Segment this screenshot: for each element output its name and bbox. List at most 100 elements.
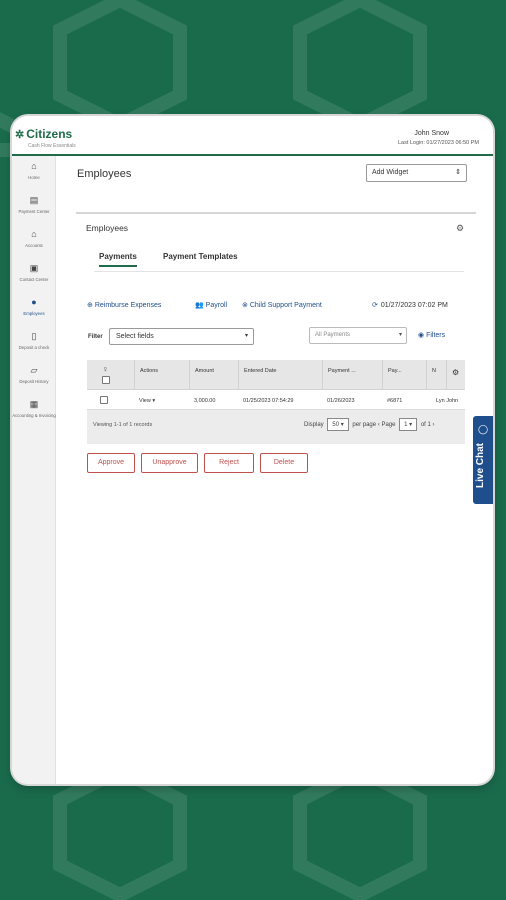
x-circle-icon: ⊗ xyxy=(242,302,248,309)
per-page-label: per page xyxy=(352,422,377,428)
sidebar-item-label: Deposit a check xyxy=(18,345,50,350)
divider xyxy=(76,212,476,214)
chevron-down-icon: ▾ xyxy=(398,332,402,338)
payroll-link[interactable]: 👥 Payroll xyxy=(195,301,227,309)
bulb-icon: ♀ xyxy=(102,364,109,374)
payments-type-select[interactable]: All Payments ▾ xyxy=(309,327,407,344)
row-pay: #6871 xyxy=(387,398,403,404)
column-header-actions[interactable]: Actions xyxy=(134,360,189,389)
action-label: Payroll xyxy=(205,302,228,309)
bank-icon: ⌂ xyxy=(31,229,37,239)
phone-icon: ▯ xyxy=(31,331,37,341)
select-all-checkbox[interactable] xyxy=(102,376,110,384)
logo-subtitle: Cash Flow Essentials xyxy=(28,143,76,149)
table-row[interactable]: View ▾ 3,000.00 01/25/2023 07:54:29 01/2… xyxy=(87,390,465,410)
contact-icon: ▣ xyxy=(29,263,39,273)
row-entered-date: 01/25/2023 07:54:29 xyxy=(243,398,294,404)
payment-actions: ⊕ Reimburse Expenses 👥 Payroll ⊗ Child S… xyxy=(87,301,467,313)
prev-page-icon[interactable]: ‹ xyxy=(378,422,380,428)
sidebar-item-label: Accounting & Invoicing xyxy=(12,413,56,418)
logo-mark-icon: ✲ xyxy=(15,128,25,141)
filter-placeholder: Select fields xyxy=(116,333,154,340)
reimburse-expenses-link[interactable]: ⊕ Reimburse Expenses xyxy=(87,301,161,309)
column-header-payment-date[interactable]: Payment ... xyxy=(322,360,382,389)
table-header: ♀ Actions Amount Entered Date Payment ..… xyxy=(87,360,465,390)
plus-circle-icon: ⊕ xyxy=(87,302,93,309)
page-label: Page xyxy=(381,422,396,428)
people-icon: 👥 xyxy=(195,302,204,309)
sidebar-item-deposit-history[interactable]: ▱ Deposit History xyxy=(12,365,56,384)
eye-icon: ◉ xyxy=(418,332,425,339)
row-amount: 3,000.00 xyxy=(194,398,216,404)
add-widget-label: Add Widget xyxy=(372,169,409,176)
payments-table: ♀ Actions Amount Entered Date Payment ..… xyxy=(87,360,465,444)
gear-icon[interactable]: ⚙ xyxy=(456,223,464,234)
gear-icon[interactable]: ⚙ xyxy=(452,368,459,377)
sidebar-item-label: Deposit History xyxy=(19,379,49,384)
filters-label: Filters xyxy=(426,332,446,339)
row-select-cell xyxy=(87,390,134,409)
action-label: Child Support Payment xyxy=(249,302,322,309)
widget-title: Employees xyxy=(86,223,129,233)
main-content: Employees Add Widget ⇕ Employees ⚙ Payme… xyxy=(56,156,493,784)
sidebar-item-label: Employees xyxy=(23,311,45,316)
sidebar-item-payment-center[interactable]: ▤ Payment Center xyxy=(12,195,56,214)
chat-bubble-icon: ◯ xyxy=(478,424,489,434)
row-checkbox[interactable] xyxy=(100,396,108,404)
delete-button[interactable]: Delete xyxy=(260,453,308,473)
pagination: Display 50 ▾ per page ‹ Page 1 ▾ of 1 › xyxy=(304,418,435,431)
page-size-value: 50 xyxy=(332,422,340,428)
refresh-icon: ⟳ xyxy=(372,302,378,309)
child-support-link[interactable]: ⊗ Child Support Payment xyxy=(242,301,322,309)
top-header: ✲ Citizens Cash Flow Essentials John Sno… xyxy=(12,116,493,156)
payments-select-value: All Payments xyxy=(315,332,351,338)
column-header-pay[interactable]: Pay... xyxy=(382,360,426,389)
table-footer: Viewing 1-1 of 1 records Display 50 ▾ pe… xyxy=(87,410,465,444)
sidebar-item-contact-center[interactable]: ▣ Contact Center xyxy=(12,263,56,282)
tablet-frame: ✲ Citizens Cash Flow Essentials John Sno… xyxy=(12,116,493,784)
live-chat-label: Live Chat xyxy=(475,442,486,488)
home-icon: ⌂ xyxy=(31,161,37,171)
row-payment-date: 01/26/2023 xyxy=(327,398,355,404)
sidebar-item-home[interactable]: ⌂ Home xyxy=(12,161,56,180)
reject-button[interactable]: Reject xyxy=(204,453,254,473)
filter-label: Filter xyxy=(88,334,103,340)
approve-button[interactable]: Approve xyxy=(87,453,135,473)
sidebar: ⌂ Home ▤ Payment Center ⌂ Accounts ▣ Con… xyxy=(12,156,56,784)
next-page-icon[interactable]: › xyxy=(433,422,435,428)
sidebar-item-label: Contact Center xyxy=(19,277,49,282)
sidebar-item-deposit-check[interactable]: ▯ Deposit a check xyxy=(12,331,56,350)
sidebar-item-label: Home xyxy=(28,175,40,180)
sidebar-item-label: Payment Center xyxy=(18,209,50,214)
refresh-time: 01/27/2023 07:02 PM xyxy=(380,302,448,309)
live-chat-button[interactable]: ◯ Live Chat xyxy=(473,416,493,504)
page-number-select[interactable]: 1 ▾ xyxy=(399,418,418,431)
filter-fields-select[interactable]: Select fields ▾ xyxy=(109,328,254,345)
tab-payments[interactable]: Payments xyxy=(99,252,137,267)
refresh-timestamp[interactable]: ⟳ 01/27/2023 07:02 PM xyxy=(372,301,448,309)
sidebar-item-accounts[interactable]: ⌂ Accounts xyxy=(12,229,56,248)
row-name: Lyn John xyxy=(436,398,459,404)
filters-link[interactable]: ◉ Filters xyxy=(418,331,445,339)
column-settings-cell: ⚙ xyxy=(446,360,465,389)
action-label: Reimburse Expenses xyxy=(94,302,162,309)
column-header-amount[interactable]: Amount xyxy=(189,360,238,389)
sidebar-item-accounting[interactable]: ▦ Accounting & Invoicing xyxy=(12,399,56,418)
sidebar-item-employees[interactable]: ● Employees xyxy=(12,297,56,316)
page-size-select[interactable]: 50 ▾ xyxy=(327,418,349,431)
row-action-cell[interactable]: View ▾ xyxy=(134,390,189,409)
column-header-entered-date[interactable]: Entered Date xyxy=(238,360,322,389)
logo-text: Citizens xyxy=(26,127,73,141)
people-icon: ● xyxy=(31,297,37,307)
tab-payment-templates[interactable]: Payment Templates xyxy=(163,252,238,265)
folder-icon: ▱ xyxy=(30,365,38,375)
column-header-name[interactable]: N xyxy=(426,360,446,389)
user-name[interactable]: John Snow xyxy=(414,130,449,137)
view-action[interactable]: View xyxy=(139,398,151,404)
chevron-down-icon: ▾ xyxy=(244,333,248,339)
page-total: of 1 xyxy=(420,422,431,428)
payment-icon: ▤ xyxy=(29,195,39,205)
citizens-logo[interactable]: ✲ Citizens xyxy=(15,127,72,141)
add-widget-select[interactable]: Add Widget ⇕ xyxy=(366,164,467,182)
unapprove-button[interactable]: Unapprove xyxy=(141,453,198,473)
